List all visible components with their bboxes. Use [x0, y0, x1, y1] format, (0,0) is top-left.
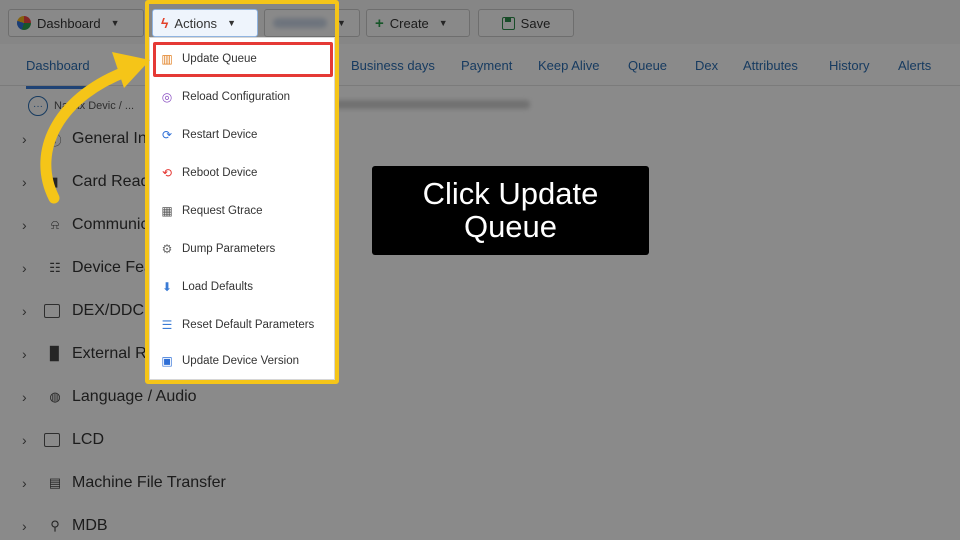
menu-item-reload-configuration[interactable]: ◎ Reload Configuration — [160, 90, 290, 104]
menu-item-label: Reboot Device — [182, 167, 258, 179]
actions-label: Actions — [174, 15, 218, 31]
actions-dropdown[interactable]: ϟ Actions ▼ — [152, 9, 258, 37]
menu-item-reset-default-parameters[interactable]: ☰ Reset Default Parameters — [160, 318, 315, 332]
menu-item-update-queue[interactable]: ▥ Update Queue — [160, 52, 257, 66]
menu-item-label: Load Defaults — [182, 281, 253, 293]
bolt-icon: ϟ — [161, 15, 169, 31]
reset-params-icon: ☰ — [161, 318, 173, 332]
menu-item-label: Update Queue — [182, 53, 257, 65]
dim-overlay — [0, 0, 960, 540]
load-defaults-icon: ⬇ — [161, 280, 173, 294]
queue-icon: ▥ — [161, 52, 173, 66]
menu-item-restart-device[interactable]: ⟳ Restart Device — [160, 128, 257, 142]
menu-item-label: Update Device Version — [182, 355, 299, 367]
dump-icon: ⚙ — [161, 242, 173, 256]
menu-item-reboot-device[interactable]: ⟲ Reboot Device — [160, 166, 257, 180]
instruction-callout: Click Update Queue — [372, 166, 649, 255]
reload-config-icon: ◎ — [161, 90, 173, 104]
menu-item-label: Dump Parameters — [182, 243, 276, 255]
chevron-down-icon: ▼ — [227, 18, 236, 28]
callout-text: Click Update Queue — [422, 175, 599, 244]
gtrace-icon: ▦ — [161, 204, 173, 218]
reboot-icon: ⟲ — [161, 166, 173, 180]
menu-item-label: Request Gtrace — [182, 205, 263, 217]
menu-item-update-device-version[interactable]: ▣ Update Device Version — [160, 354, 299, 368]
menu-item-load-defaults[interactable]: ⬇ Load Defaults — [160, 280, 253, 294]
restart-icon: ⟳ — [161, 128, 173, 142]
actions-menu: ▥ Update Queue ◎ Reload Configuration ⟳ … — [149, 37, 335, 380]
update-version-icon: ▣ — [161, 354, 173, 368]
menu-item-label: Reset Default Parameters — [182, 319, 315, 331]
menu-item-dump-parameters[interactable]: ⚙ Dump Parameters — [160, 242, 276, 256]
menu-item-request-gtrace[interactable]: ▦ Request Gtrace — [160, 204, 263, 218]
menu-item-label: Reload Configuration — [182, 91, 291, 103]
menu-item-label: Restart Device — [182, 129, 258, 141]
